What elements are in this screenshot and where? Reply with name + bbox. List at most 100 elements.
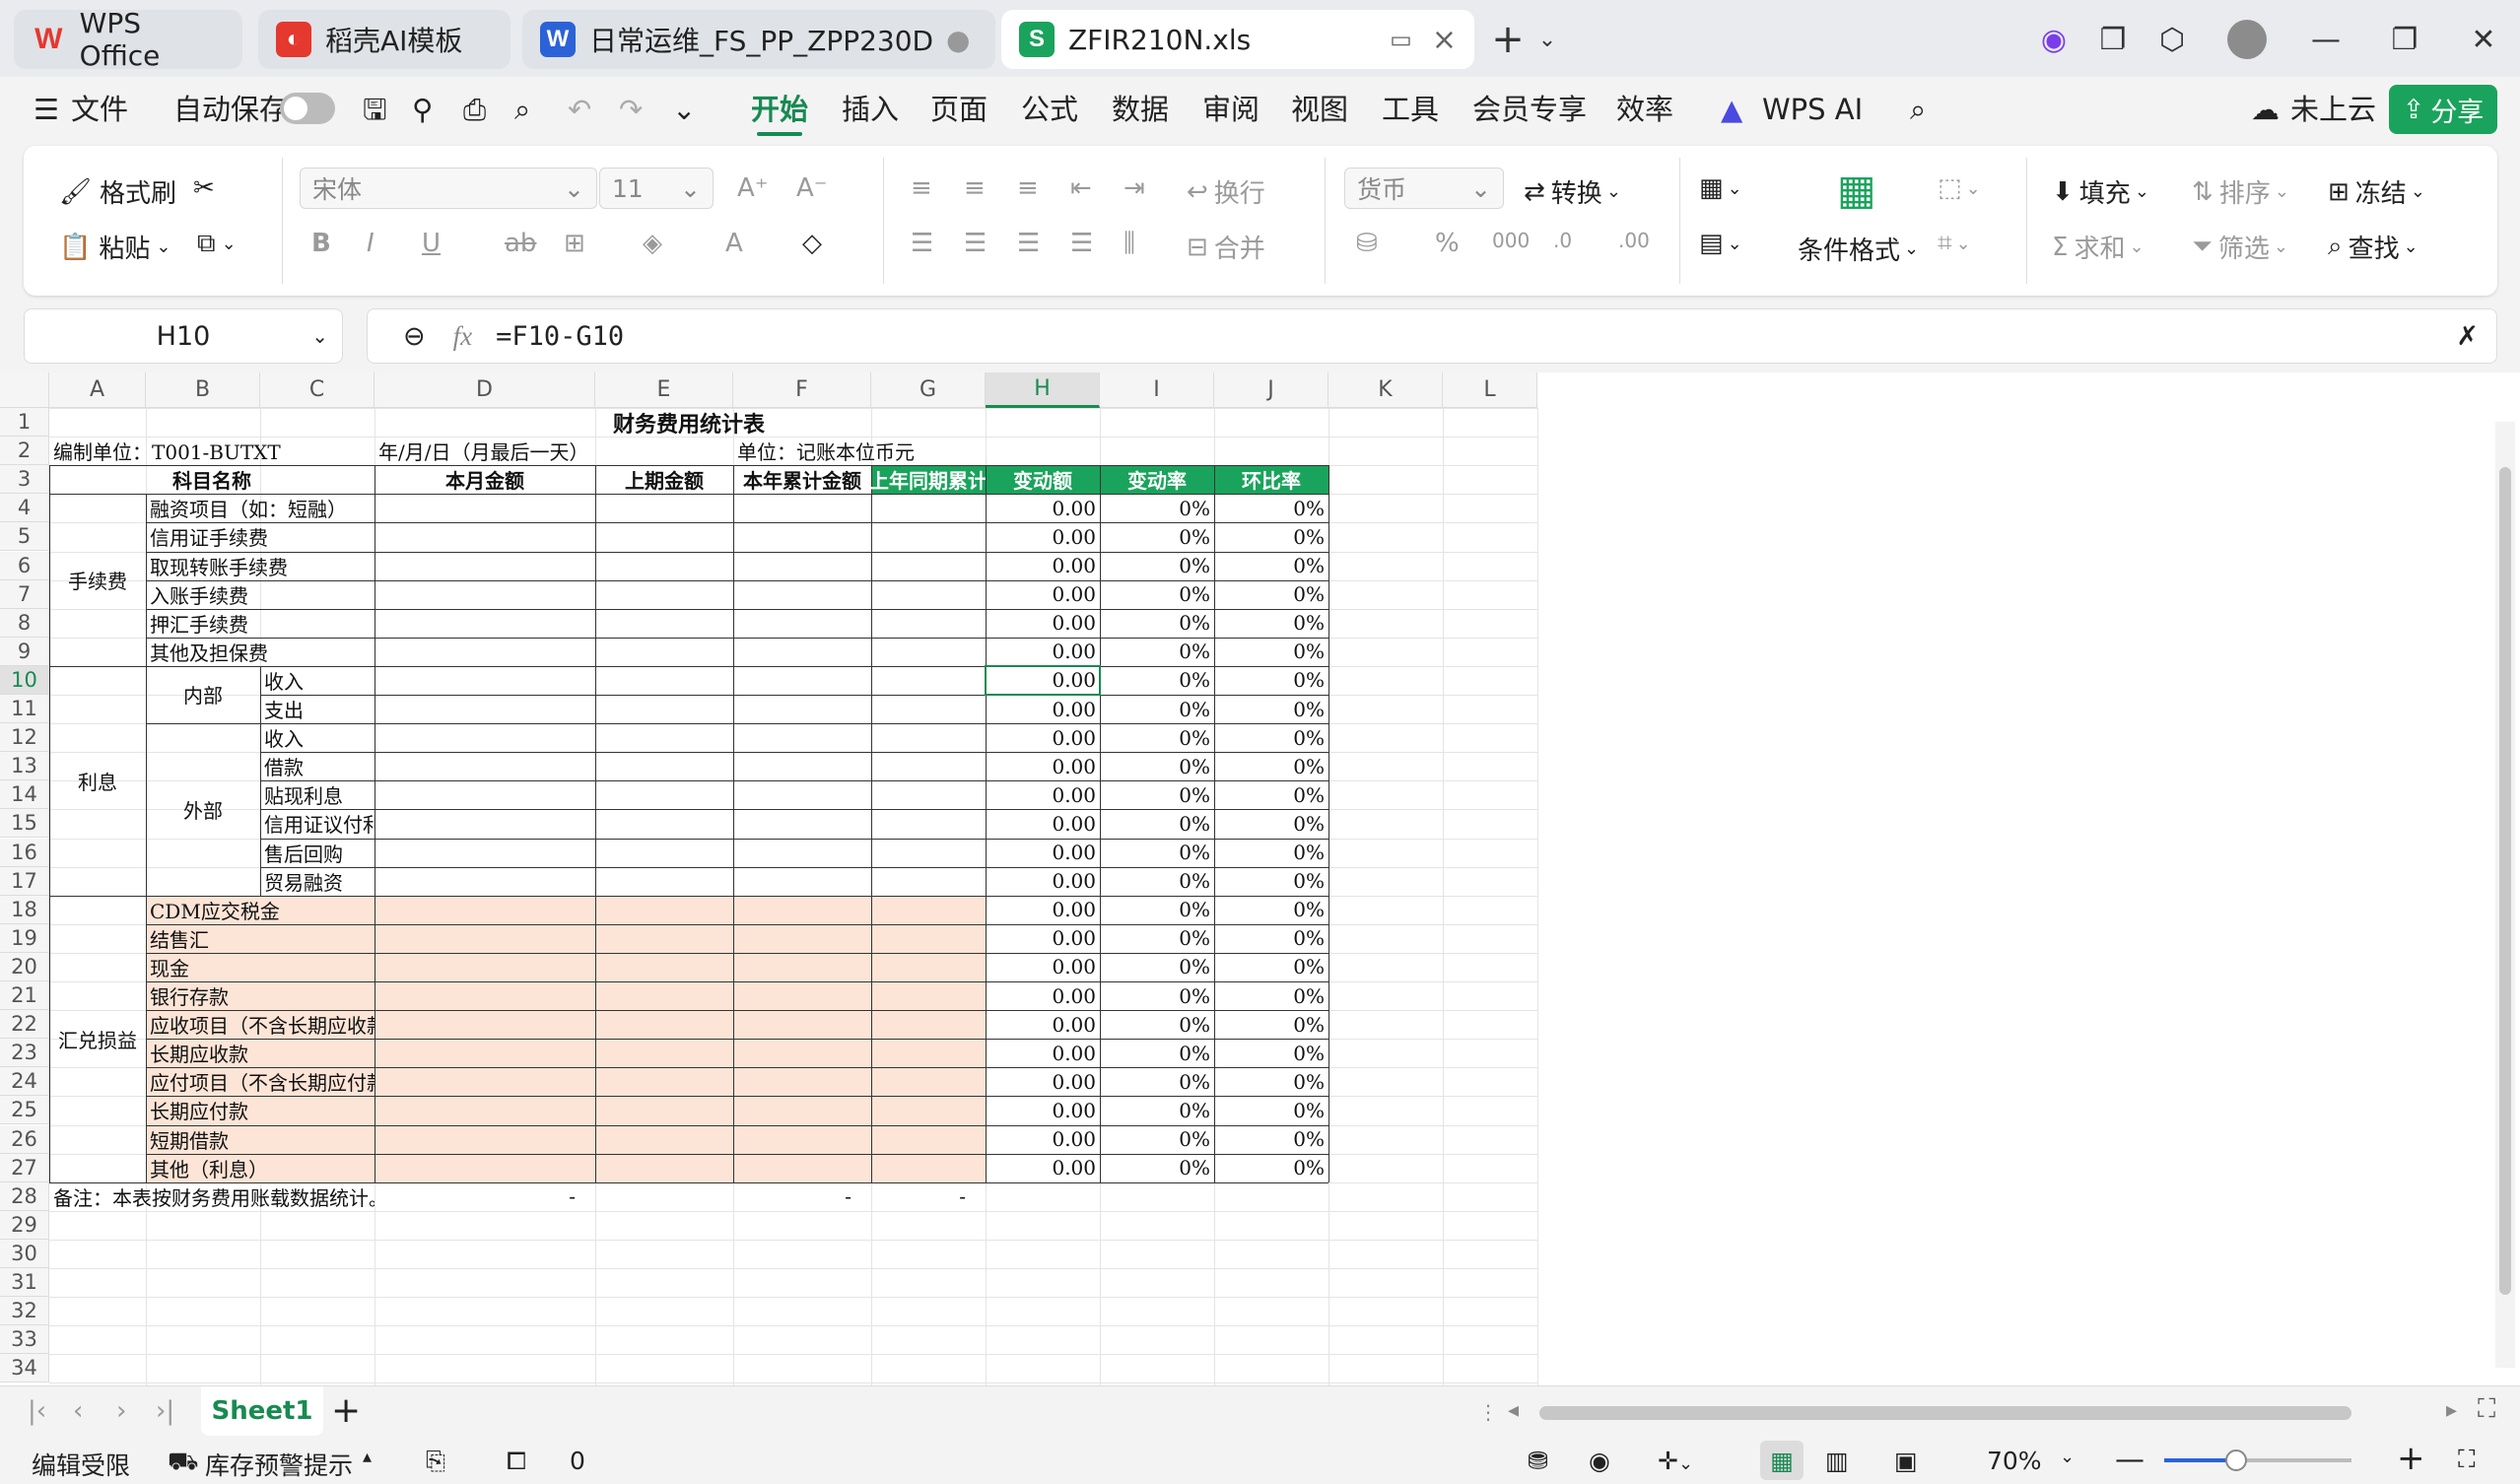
- change-rate-cell[interactable]: 0%: [1100, 494, 1214, 522]
- change-rate-cell[interactable]: 0%: [1100, 1154, 1214, 1182]
- page-break-view-icon[interactable]: ▣: [1894, 1447, 1918, 1475]
- underline-icon[interactable]: U: [422, 229, 441, 258]
- mom-rate-cell[interactable]: 0%: [1214, 638, 1328, 666]
- mom-rate-cell[interactable]: 0%: [1214, 780, 1328, 809]
- change-value-cell[interactable]: 0.00: [986, 752, 1100, 780]
- fx-icon[interactable]: fx: [453, 321, 473, 352]
- redo-icon[interactable]: ↷: [619, 89, 643, 130]
- format-painter-button[interactable]: 🖌 格式刷: [59, 173, 176, 210]
- format-icon[interactable]: ⬚ ⌄: [1938, 173, 1981, 203]
- more-chevron-icon[interactable]: ⌄: [672, 89, 696, 130]
- change-value-cell[interactable]: 0.00: [986, 953, 1100, 981]
- row-header[interactable]: 6: [0, 551, 49, 580]
- wrap-text-button[interactable]: ↩ 换行: [1187, 173, 1265, 210]
- change-rate-cell[interactable]: 0%: [1100, 1067, 1214, 1096]
- zoom-chevron-icon[interactable]: ⌄: [2060, 1447, 2075, 1467]
- change-value-cell[interactable]: 0.00: [986, 867, 1100, 896]
- distributed-icon[interactable]: ⫼: [1124, 229, 1135, 259]
- row-header[interactable]: 13: [0, 752, 49, 781]
- change-value-cell[interactable]: 0.00: [986, 981, 1100, 1010]
- change-rate-cell[interactable]: 0%: [1100, 981, 1214, 1010]
- mom-rate-cell[interactable]: 0%: [1214, 896, 1328, 924]
- row-header[interactable]: 23: [0, 1039, 49, 1068]
- crosshair-icon[interactable]: ✛⌄: [1658, 1447, 1693, 1475]
- group-fee[interactable]: 手续费: [49, 494, 146, 666]
- column-header-l[interactable]: L: [1443, 372, 1537, 408]
- column-header-e[interactable]: E: [595, 372, 733, 408]
- expand-icon[interactable]: ⛶: [2478, 1394, 2495, 1425]
- rows-cols-icon[interactable]: ⌗ ⌄: [1938, 229, 1971, 259]
- row-header[interactable]: 33: [0, 1325, 49, 1355]
- header-previous-period[interactable]: 上期金额: [595, 465, 733, 494]
- column-header-g[interactable]: G: [871, 372, 986, 408]
- mom-rate-cell[interactable]: 0%: [1214, 1154, 1328, 1182]
- fee-item[interactable]: 取现转账手续费: [146, 552, 375, 580]
- change-rate-cell[interactable]: 0%: [1100, 780, 1214, 809]
- tab-docer[interactable]: ◐ 稻壳AI模板: [258, 10, 511, 69]
- row-header[interactable]: 20: [0, 952, 49, 981]
- page-layout-view-icon[interactable]: ▥: [1825, 1447, 1849, 1475]
- column-header-b[interactable]: B: [146, 372, 260, 408]
- menu-tab-review[interactable]: 审阅: [1202, 89, 1260, 130]
- fee-item[interactable]: 融资项目（如：短融）: [146, 494, 375, 522]
- row-header[interactable]: 29: [0, 1210, 49, 1240]
- row-header[interactable]: 30: [0, 1239, 49, 1268]
- find-button[interactable]: ⌕ 查找 ⌄: [2328, 229, 2418, 265]
- next-sheet-icon[interactable]: ›: [116, 1396, 126, 1426]
- external-item[interactable]: 贸易融资: [260, 867, 375, 896]
- menu-tab-efficiency[interactable]: 效率: [1616, 89, 1673, 130]
- bold-icon[interactable]: B: [311, 229, 331, 258]
- number-format-select[interactable]: 货币 ⌄: [1344, 168, 1504, 209]
- fx-item[interactable]: 银行存款: [146, 981, 375, 1010]
- change-rate-cell[interactable]: 0%: [1100, 609, 1214, 638]
- close-window-icon[interactable]: ✕: [2454, 14, 2513, 65]
- monitor-icon[interactable]: ▭: [1390, 26, 1412, 53]
- row-header[interactable]: 3: [0, 465, 49, 495]
- mom-rate-cell[interactable]: 0%: [1214, 953, 1328, 981]
- align-right-icon[interactable]: ☰: [1017, 229, 1040, 258]
- fx-item[interactable]: CDM应交税金: [146, 896, 375, 924]
- fee-item[interactable]: 其他及担保费: [146, 638, 375, 666]
- sum-button[interactable]: Σ 求和 ⌄: [2052, 229, 2145, 265]
- border-icon[interactable]: ⊞: [564, 229, 585, 258]
- row-header[interactable]: 8: [0, 608, 49, 638]
- header-current-month[interactable]: 本月金额: [375, 465, 595, 494]
- change-rate-cell[interactable]: 0%: [1100, 924, 1214, 953]
- align-top-icon[interactable]: ≡: [911, 173, 932, 203]
- spreadsheet-grid[interactable]: A B C D E F G H I J K L 1 2 3 4 5 6 7 8 9 10 11 12 13 14 15 16 17 18 1…: [0, 372, 2520, 1385]
- change-value-cell[interactable]: 0.00: [986, 609, 1100, 638]
- change-rate-cell[interactable]: 0%: [1100, 522, 1214, 551]
- zoom-in-icon[interactable]: +: [2397, 1439, 2425, 1478]
- inventory-alert-status[interactable]: 库存预警提示: [205, 1447, 353, 1482]
- mom-rate-cell[interactable]: 0%: [1214, 867, 1328, 896]
- vertical-scrollbar-thumb[interactable]: [2499, 467, 2511, 1295]
- selection-count-icon[interactable]: ⧠: [507, 1447, 526, 1476]
- avatar[interactable]: [2217, 14, 2277, 65]
- change-rate-cell[interactable]: 0%: [1100, 580, 1214, 609]
- menu-tab-member[interactable]: 会员专享: [1472, 89, 1587, 130]
- change-rate-cell[interactable]: 0%: [1100, 896, 1214, 924]
- row-header[interactable]: 26: [0, 1124, 49, 1154]
- mom-rate-cell[interactable]: 0%: [1214, 1067, 1328, 1096]
- zoom-slider[interactable]: [2164, 1450, 2351, 1471]
- change-value-cell[interactable]: 0.00: [986, 924, 1100, 953]
- conditional-format-icon[interactable]: ▦: [1837, 166, 1876, 214]
- cut-icon[interactable]: ✂: [193, 173, 215, 203]
- menu-tab-insert[interactable]: 插入: [842, 89, 899, 130]
- date-note[interactable]: 年/月/日（月最后一天）: [375, 437, 733, 465]
- formula-settings-icon[interactable]: ✗: [2456, 321, 2479, 352]
- change-value-cell[interactable]: 0.00: [986, 780, 1100, 809]
- column-header-k[interactable]: K: [1328, 372, 1443, 408]
- align-middle-icon[interactable]: ≡: [964, 173, 986, 203]
- table-style-icon[interactable]: ▦ ⌄: [1699, 173, 1742, 203]
- eye-icon[interactable]: ◉: [1589, 1447, 1610, 1475]
- internal-item[interactable]: 收入: [260, 666, 375, 695]
- cloud-icon[interactable]: ☁: [2251, 89, 2280, 130]
- prev-sheet-icon[interactable]: ‹: [73, 1396, 83, 1426]
- fee-item[interactable]: 信用证手续费: [146, 522, 375, 551]
- merge-cells-button[interactable]: ⊟ 合并: [1187, 229, 1265, 265]
- row-header[interactable]: 27: [0, 1153, 49, 1182]
- tab-word-doc[interactable]: W 日常运维_FS_PP_ZPP230D批量导 ●: [522, 10, 995, 69]
- close-tab-icon[interactable]: ×: [1432, 23, 1457, 57]
- header-mom-rate[interactable]: 环比率: [1214, 465, 1328, 494]
